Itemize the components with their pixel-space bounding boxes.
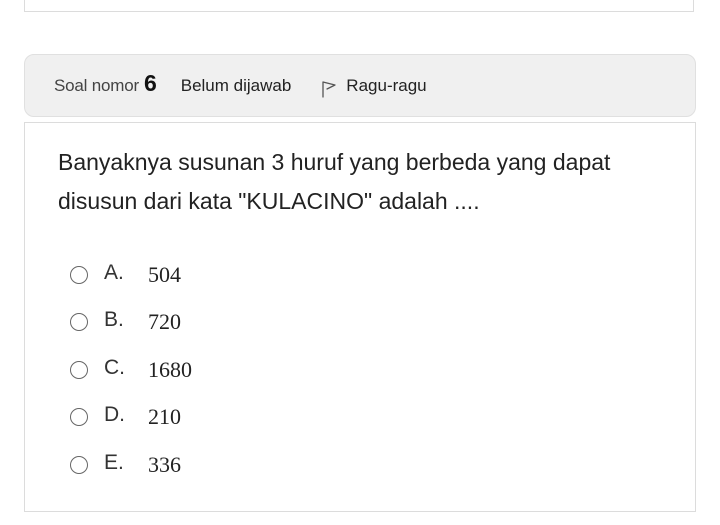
option-letter: B.: [104, 308, 124, 332]
option-e[interactable]: E. 336: [70, 441, 192, 489]
question-card: Banyaknya susunan 3 huruf yang berbeda y…: [24, 122, 696, 512]
option-letter: C.: [104, 355, 125, 379]
option-b[interactable]: B. 720: [70, 299, 192, 347]
question-text-line-2: disusun dari kata "KULACINO" adalah ....: [58, 188, 480, 214]
question-number: 6: [143, 70, 157, 96]
answer-options: A. 504 B. 720 C. 1680 D. 210 E. 336: [70, 251, 192, 489]
option-value: 1680: [148, 356, 192, 382]
radio-button-b[interactable]: [70, 313, 88, 332]
option-letter: A.: [104, 260, 124, 284]
doubt-flag-label: Ragu-ragu: [346, 75, 427, 95]
option-value: 504: [148, 261, 181, 287]
radio-button-d[interactable]: [70, 408, 88, 427]
question-text: Banyaknya susunan 3 huruf yang berbeda y…: [58, 143, 678, 221]
radio-button-a[interactable]: [70, 265, 88, 284]
flag-icon: [322, 80, 336, 98]
radio-button-c[interactable]: [70, 360, 88, 379]
option-value: 210: [148, 404, 181, 430]
question-info-bar: Soal nomor 6 Belum dijawab Ragu-ragu: [24, 54, 696, 117]
question-text-line-1: Banyaknya susunan 3 huruf yang berbeda y…: [58, 149, 611, 175]
option-value: 720: [148, 309, 181, 335]
answer-status: Belum dijawab: [180, 75, 292, 95]
question-label: Soal nomor: [54, 75, 139, 95]
radio-button-e[interactable]: [70, 455, 88, 474]
previous-panel-edge: [24, 0, 694, 12]
option-letter: E.: [104, 450, 124, 474]
option-letter: D.: [104, 403, 125, 427]
option-a[interactable]: A. 504: [70, 251, 192, 299]
option-d[interactable]: D. 210: [70, 394, 192, 442]
option-value: 336: [148, 451, 181, 477]
option-c[interactable]: C. 1680: [70, 346, 192, 394]
doubt-flag-toggle[interactable]: Ragu-ragu: [321, 75, 427, 98]
